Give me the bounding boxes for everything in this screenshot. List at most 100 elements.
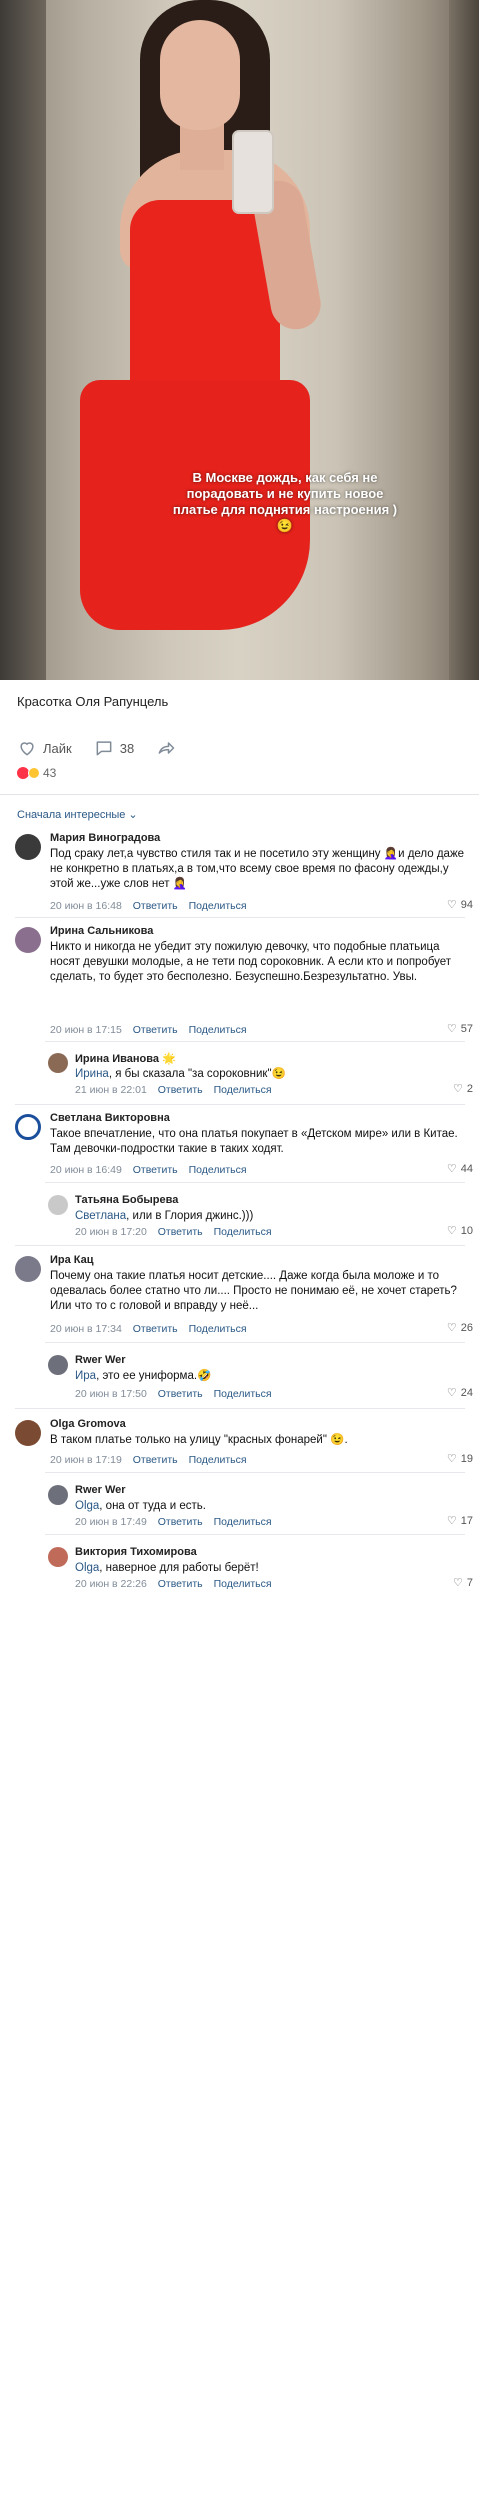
heart-icon: ♡ (446, 1515, 457, 1527)
reply-link[interactable]: Ответить (133, 1024, 178, 1036)
comment-meta: 20 июн в 17:34 Ответить Поделиться (50, 1323, 247, 1335)
divider (45, 1534, 465, 1535)
comment-like[interactable]: ♡ 17 (446, 1514, 473, 1528)
comment-icon (96, 741, 112, 756)
comment-text: Olga, она от туда и есть. (75, 1500, 206, 1512)
avatar[interactable] (15, 1420, 41, 1446)
share-link[interactable]: Поделиться (214, 1388, 272, 1400)
comment-like[interactable]: ♡ 7 (453, 1576, 473, 1590)
like-count: 57 (460, 1022, 473, 1035)
comment-author[interactable]: Ирина Иванова 🌟 (75, 1052, 176, 1065)
divider (15, 917, 465, 918)
sort-dropdown[interactable]: Сначала интересные ⌄ (17, 808, 138, 822)
mention-link[interactable]: Ирина (75, 1068, 109, 1080)
comment-author[interactable]: Olga Gromova (50, 1418, 126, 1430)
reactions-summary[interactable]: 43 (17, 766, 56, 780)
share-icon (158, 742, 175, 754)
reply-link[interactable]: Ответить (133, 1454, 178, 1466)
avatar[interactable] (48, 1195, 68, 1215)
share-button[interactable] (156, 738, 176, 758)
share-link[interactable]: Поделиться (189, 900, 247, 912)
chevron-down-icon: ⌄ (128, 809, 138, 821)
comment-author[interactable]: Rwer Wer (75, 1484, 126, 1496)
heart-icon: ♡ (446, 1225, 457, 1237)
avatar[interactable] (15, 1256, 41, 1282)
comment-like[interactable]: ♡ 26 (447, 1321, 473, 1335)
comments-button[interactable]: 38 (94, 738, 134, 758)
comment-text: Почему она такие платья носит детские...… (50, 1270, 457, 1312)
divider (45, 1182, 465, 1183)
mention-link[interactable]: Светлана (75, 1210, 126, 1222)
reply-link[interactable]: Ответить (133, 900, 178, 912)
reply-link[interactable]: Ответить (158, 1226, 203, 1238)
like-count: 17 (460, 1514, 473, 1527)
heart-icon: ♡ (446, 1023, 457, 1035)
avatar[interactable] (15, 927, 41, 953)
comment-like[interactable]: ♡ 57 (446, 1022, 473, 1036)
comment-meta: 20 июн в 16:48 Ответить Поделиться (50, 900, 247, 912)
divider (0, 794, 479, 795)
reply-link[interactable]: Ответить (158, 1578, 203, 1590)
comment-like[interactable]: ♡ 44 (447, 1162, 473, 1176)
comment-meta: 21 июн в 22:01 Ответить Поделиться (75, 1084, 272, 1096)
divider (15, 1245, 465, 1246)
comment-meta: 20 июн в 17:20 Ответить Поделиться (75, 1226, 272, 1238)
comment-date: 20 июн в 16:49 (50, 1164, 122, 1176)
comment-text: Под сраку лет,а чувство стиля так и не п… (50, 848, 465, 890)
reply-link[interactable]: Ответить (133, 1164, 178, 1176)
share-link[interactable]: Поделиться (189, 1164, 247, 1176)
comment-author[interactable]: Rwer Wer (75, 1354, 126, 1366)
avatar[interactable] (15, 1114, 41, 1140)
reactions-count: 43 (43, 766, 57, 780)
like-count: 7 (466, 1576, 473, 1589)
avatar[interactable] (48, 1485, 68, 1505)
mention-link[interactable]: Olga (75, 1562, 99, 1574)
comment-text: Ирина, я бы сказала "за сороковник"😉 (75, 1068, 286, 1080)
share-link[interactable]: Поделиться (214, 1578, 272, 1590)
like-count: 19 (460, 1452, 473, 1465)
reply-link[interactable]: Ответить (133, 1323, 178, 1335)
comment-like[interactable]: ♡ 2 (453, 1082, 473, 1096)
mention-link[interactable]: Ира (75, 1370, 96, 1382)
comment-like[interactable]: ♡ 94 (446, 898, 473, 912)
comment-like[interactable]: ♡ 24 (447, 1386, 473, 1400)
like-button[interactable]: Лайк (17, 738, 72, 758)
comment-like[interactable]: ♡ 10 (446, 1224, 473, 1238)
avatar[interactable] (15, 834, 41, 860)
share-link[interactable]: Поделиться (214, 1516, 272, 1528)
comment-meta: 20 июн в 17:50 Ответить Поделиться (75, 1388, 272, 1400)
comment-author[interactable]: Мария Виноградова (50, 832, 160, 844)
avatar[interactable] (48, 1355, 68, 1375)
comment-text: Olga, наверное для работы берёт! (75, 1562, 259, 1574)
reply-link[interactable]: Ответить (158, 1388, 203, 1400)
comment-meta: 20 июн в 17:49 Ответить Поделиться (75, 1516, 272, 1528)
share-link[interactable]: Поделиться (189, 1323, 247, 1335)
comment-date: 20 июн в 17:49 (75, 1516, 147, 1528)
share-link[interactable]: Поделиться (189, 1454, 247, 1466)
like-count: 44 (460, 1162, 473, 1175)
comment-author[interactable]: Ира Кац (50, 1254, 94, 1266)
comment-author[interactable]: Виктория Тихомирова (75, 1546, 197, 1558)
like-count: 24 (460, 1386, 473, 1399)
comment-author[interactable]: Светлана Викторовна (50, 1112, 170, 1124)
photo-smartphone (232, 130, 274, 214)
reply-link[interactable]: Ответить (158, 1084, 203, 1096)
comment-like[interactable]: ♡ 19 (446, 1452, 473, 1466)
comment-date: 20 июн в 17:34 (50, 1323, 122, 1335)
post-photo[interactable]: В Москве дождь, как себя не порадовать и… (0, 0, 479, 680)
like-count: 26 (460, 1321, 473, 1334)
share-link[interactable]: Поделиться (189, 1024, 247, 1036)
reply-link[interactable]: Ответить (158, 1516, 203, 1528)
comment-author[interactable]: Татьяна Бобырева (75, 1194, 178, 1206)
share-link[interactable]: Поделиться (214, 1226, 272, 1238)
avatar[interactable] (48, 1547, 68, 1567)
heart-icon: ♡ (446, 1453, 457, 1465)
share-link[interactable]: Поделиться (214, 1084, 272, 1096)
comment-meta: 20 июн в 17:15 Ответить Поделиться (50, 1024, 247, 1036)
comment-author[interactable]: Ирина Сальникова (50, 925, 153, 937)
avatar[interactable] (48, 1053, 68, 1073)
comment-date: 20 июн в 17:20 (75, 1226, 147, 1238)
heart-icon: ♡ (446, 899, 457, 911)
comment-date: 20 июн в 17:19 (50, 1454, 122, 1466)
mention-link[interactable]: Olga (75, 1500, 99, 1512)
